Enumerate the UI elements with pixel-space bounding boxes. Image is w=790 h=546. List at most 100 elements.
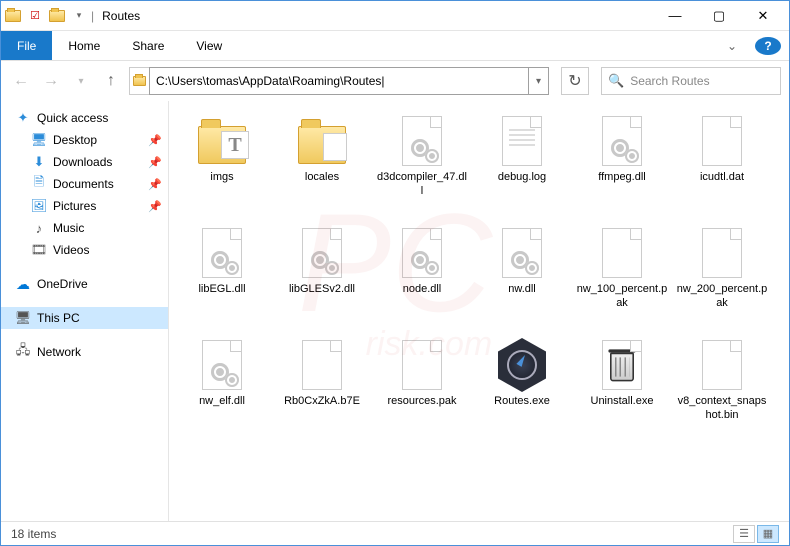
recent-dropdown-icon[interactable]: ▾ (69, 69, 93, 93)
file-item[interactable]: icudtl.dat (673, 111, 771, 219)
minimize-button[interactable]: — (653, 2, 697, 30)
file-icon (596, 339, 648, 391)
pin-icon: 📌 (148, 156, 162, 169)
sidebar-item-network[interactable]: 🖧Network (1, 341, 168, 363)
sidebar-item-quick-access[interactable]: ✦Quick access (1, 107, 168, 129)
file-item[interactable]: libEGL.dll (173, 223, 271, 331)
sidebar-item-label: OneDrive (37, 277, 88, 291)
sidebar-item-documents[interactable]: 🗎Documents📌 (1, 173, 168, 195)
tab-file[interactable]: File (1, 31, 52, 60)
file-item[interactable]: Routes.exe (473, 335, 571, 443)
close-button[interactable]: ✕ (741, 2, 785, 30)
refresh-button[interactable]: ↻ (561, 67, 589, 95)
item-count: 18 items (11, 527, 56, 541)
file-item[interactable]: node.dll (373, 223, 471, 331)
file-item[interactable]: ffmpeg.dll (573, 111, 671, 219)
file-item[interactable]: d3dcompiler_47.dll (373, 111, 471, 219)
file-item[interactable]: libGLESv2.dll (273, 223, 371, 331)
file-icon (396, 339, 448, 391)
file-label: debug.log (476, 171, 568, 185)
address-dropdown-icon[interactable]: ▾ (529, 67, 549, 95)
file-item[interactable]: imgs (173, 111, 271, 219)
file-icon (596, 115, 648, 167)
tab-share[interactable]: Share (116, 31, 180, 60)
file-grid: imgs locales d3dcompiler_47.dll debug.log ff… (169, 101, 789, 521)
file-icon (496, 339, 548, 391)
sidebar-item-downloads[interactable]: ⬇Downloads📌 (1, 151, 168, 173)
sidebar-item-desktop[interactable]: 🖥 Desktop 📌 (1, 129, 168, 151)
pin-icon: 📌 (148, 134, 162, 147)
file-icon (696, 227, 748, 279)
search-box[interactable]: 🔍 Search Routes (601, 67, 781, 95)
view-details-button[interactable]: ☰ (733, 525, 755, 543)
file-item[interactable]: locales (273, 111, 371, 219)
checkbox-icon[interactable]: ☑ (27, 8, 43, 24)
sidebar-item-label: This PC (37, 311, 80, 325)
tab-view[interactable]: View (180, 31, 238, 60)
file-icon (296, 339, 348, 391)
file-item[interactable]: v8_context_snapshot.bin (673, 335, 771, 443)
view-icons-button[interactable]: ▦ (757, 525, 779, 543)
qat-dropdown-icon[interactable]: ▾ (71, 8, 87, 24)
file-item[interactable]: Rb0CxZkA.b7E (273, 335, 371, 443)
window-title: Routes (102, 9, 140, 23)
status-bar: 18 items ☰ ▦ (1, 521, 789, 545)
title-separator: | (91, 9, 94, 23)
file-item[interactable]: nw_100_percent.pak (573, 223, 671, 331)
forward-button[interactable]: → (39, 69, 63, 93)
sidebar-item-thispc[interactable]: 🖥 This PC (1, 307, 168, 329)
back-button[interactable]: ← (9, 69, 33, 93)
folder-icon (5, 8, 21, 24)
documents-icon: 🗎 (31, 176, 47, 192)
sidebar-item-label: Pictures (53, 199, 96, 213)
file-item[interactable]: Uninstall.exe (573, 335, 671, 443)
file-label: nw_elf.dll (176, 395, 268, 409)
file-item[interactable]: resources.pak (373, 335, 471, 443)
file-label: libGLESv2.dll (276, 283, 368, 297)
ribbon-collapse-icon[interactable]: ⌄ (717, 31, 747, 60)
view-mode-buttons: ☰ ▦ (733, 525, 779, 543)
file-item[interactable]: nw.dll (473, 223, 571, 331)
tab-home[interactable]: Home (52, 31, 116, 60)
file-item[interactable]: nw_200_percent.pak (673, 223, 771, 331)
qat-folder-icon (49, 8, 65, 24)
maximize-button[interactable]: ▢ (697, 2, 741, 30)
file-icon (196, 115, 248, 167)
sidebar-item-label: Videos (53, 243, 89, 257)
file-icon (596, 227, 648, 279)
navigation-bar: ← → ▾ ↑ ▾ ↻ 🔍 Search Routes (1, 61, 789, 101)
file-label: Routes.exe (476, 395, 568, 409)
file-icon (496, 227, 548, 279)
pictures-icon: 🖼 (31, 198, 47, 214)
file-icon (196, 339, 248, 391)
file-item[interactable]: debug.log (473, 111, 571, 219)
sidebar-item-pictures[interactable]: 🖼Pictures📌 (1, 195, 168, 217)
navigation-sidebar: ✦Quick access 🖥 Desktop 📌 ⬇Downloads📌 🗎 Doc… (1, 101, 169, 521)
help-icon[interactable]: ? (755, 37, 781, 55)
file-label: locales (276, 171, 368, 185)
address-input[interactable] (149, 67, 529, 95)
sidebar-item-label: Quick access (37, 111, 108, 125)
search-placeholder: Search Routes (630, 74, 709, 88)
file-icon (696, 339, 748, 391)
titlebar: ☑ ▾ | Routes — ▢ ✕ (1, 1, 789, 31)
file-icon (296, 115, 348, 167)
file-label: libEGL.dll (176, 283, 268, 297)
sidebar-item-label: Music (53, 221, 84, 235)
window-controls: — ▢ ✕ (653, 2, 785, 30)
file-label: d3dcompiler_47.dll (376, 171, 468, 199)
ribbon-tabs: File Home Share View ⌄ ? (1, 31, 789, 61)
sidebar-item-videos[interactable]: 🎞Videos (1, 239, 168, 261)
sidebar-item-music[interactable]: ♪Music (1, 217, 168, 239)
sidebar-item-label: Documents (53, 177, 114, 191)
desktop-icon: 🖥 (31, 132, 47, 148)
up-button[interactable]: ↑ (99, 69, 123, 93)
sidebar-item-onedrive[interactable]: ☁OneDrive (1, 273, 168, 295)
file-icon (396, 115, 448, 167)
file-label: nw_200_percent.pak (676, 283, 768, 311)
file-label: node.dll (376, 283, 468, 297)
sidebar-item-label: Desktop (53, 133, 97, 147)
file-item[interactable]: nw_elf.dll (173, 335, 271, 443)
titlebar-quick-icons: ☑ ▾ (5, 8, 87, 24)
pc-icon: 🖥 (15, 310, 31, 326)
